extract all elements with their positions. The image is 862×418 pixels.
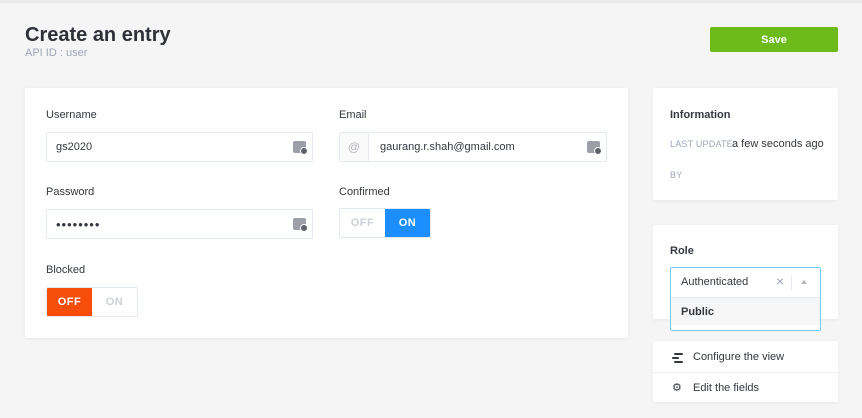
role-option-public[interactable]: Public [671, 297, 820, 325]
blocked-label: Blocked [46, 264, 86, 276]
blocked-off-option[interactable]: OFF [47, 288, 92, 316]
by-label: BY [670, 170, 683, 180]
caret-up-icon[interactable] [801, 280, 807, 284]
blocked-toggle[interactable]: OFF ON [46, 287, 138, 317]
username-input[interactable]: gs2020 [46, 132, 313, 162]
list-icon [672, 352, 683, 363]
edit-fields-link[interactable]: ⚙ Edit the fields [653, 373, 838, 403]
page-title: Create an entry [25, 24, 171, 46]
view-links-panel: Configure the view ⚙ Edit the fields [653, 341, 838, 402]
last-update-value: a few seconds ago [732, 138, 824, 150]
configure-view-label: Configure the view [693, 351, 785, 363]
information-panel: Information LAST UPDATE a few seconds ag… [653, 88, 838, 200]
api-id: API ID : user [25, 47, 88, 59]
top-border [0, 0, 862, 3]
password-input[interactable]: •••••••• [46, 209, 313, 239]
password-label: Password [46, 186, 95, 198]
keyboard-icon [587, 141, 602, 155]
edit-fields-label: Edit the fields [693, 382, 760, 394]
confirmed-on-option[interactable]: ON [385, 209, 430, 237]
username-label: Username [46, 109, 97, 121]
at-sign-icon: @ [340, 133, 369, 161]
blocked-on-option[interactable]: ON [92, 288, 137, 316]
last-update-label: LAST UPDATE [670, 139, 733, 149]
confirmed-label: Confirmed [339, 186, 390, 198]
entry-form-panel: Username gs2020 Email @ gaurang.r.shah@g… [25, 88, 628, 338]
configure-view-link[interactable]: Configure the view [653, 342, 838, 372]
keyboard-icon [293, 218, 308, 232]
confirmed-toggle[interactable]: OFF ON [339, 208, 431, 238]
username-value: gs2020 [56, 141, 93, 153]
email-label: Email [339, 109, 367, 121]
save-button[interactable]: Save [710, 27, 838, 52]
role-select[interactable]: Authenticated × Public [670, 267, 821, 331]
clear-icon[interactable]: × [776, 273, 784, 289]
gear-icon: ⚙ [672, 381, 682, 394]
confirmed-off-option[interactable]: OFF [340, 209, 385, 237]
keyboard-icon [293, 141, 308, 155]
email-input[interactable]: @ gaurang.r.shah@gmail.com [339, 132, 607, 162]
information-title: Information [670, 109, 731, 121]
role-title: Role [670, 245, 694, 257]
select-divider [791, 276, 792, 290]
role-selected-value: Authenticated [681, 276, 749, 288]
email-value: gaurang.r.shah@gmail.com [380, 141, 515, 153]
password-value: •••••••• [56, 216, 101, 232]
